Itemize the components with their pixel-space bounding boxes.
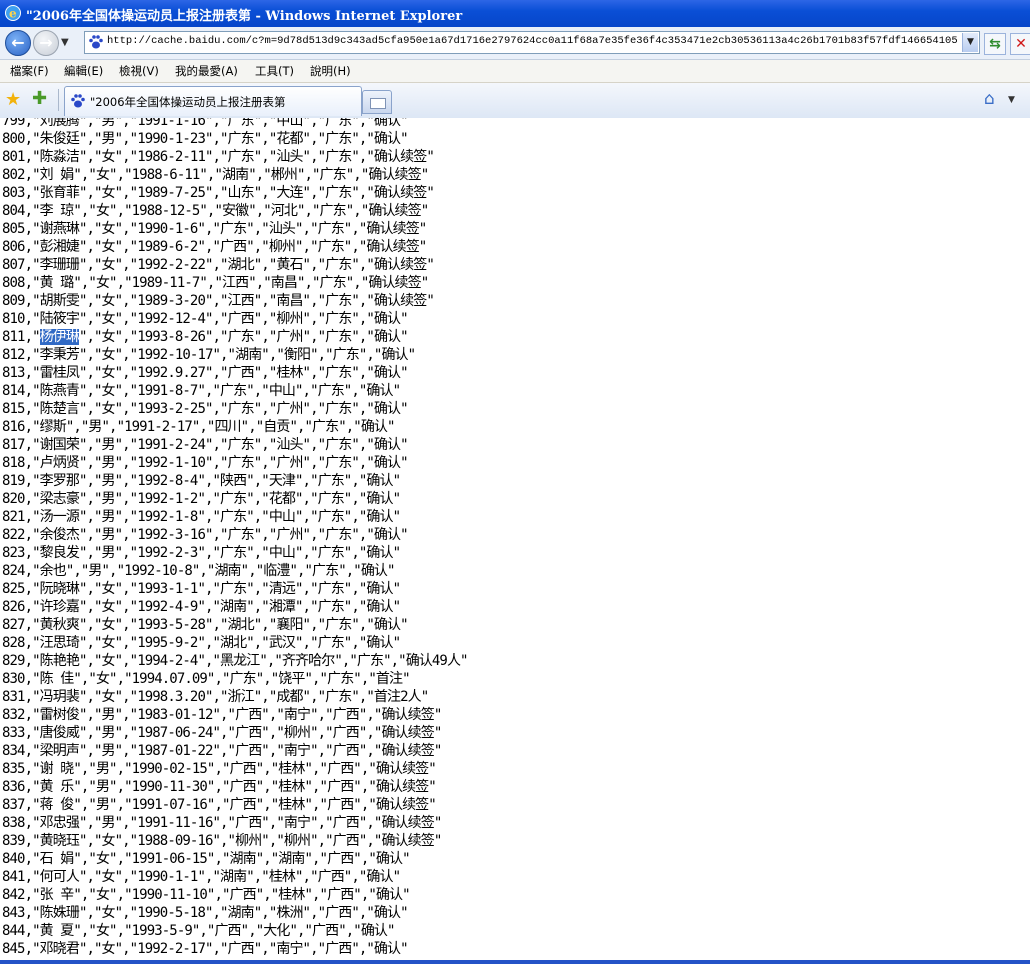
refresh-button[interactable]: ⇆ [984,33,1006,55]
history-dropdown-icon[interactable]: ▼ [61,37,69,48]
record-line: 824,"余也","男","1992-10-8","湖南","临澧","广东",… [2,563,395,579]
add-favorite-icon[interactable]: ✚ [32,88,47,109]
refresh-icon: ⇆ [989,36,1001,52]
record-line: 819,"李罗那","男","1992-8-4","陕西","天津","广东",… [2,473,401,489]
record-line: 835,"谢 晓","男","1990-02-15","广西","桂林","广西… [2,761,437,777]
forward-button[interactable]: → [33,30,59,56]
record-line: 800,"朱俊廷","男","1990-1-23","广东","花都","广东"… [2,131,409,147]
menu-bar: 檔案(F) 編輯(E) 檢視(V) 我的最愛(A) 工具(T) 說明(H) [0,60,1030,83]
address-dropdown-button[interactable]: ▼ [962,33,978,52]
record-line: 836,"黄 乐","男","1990-11-30","广西","桂林","广西… [2,779,437,795]
record-line: 828,"汪思琦","女","1995-9-2","湖北","武汉","广东",… [2,635,401,651]
record-line: 838,"邓忠强","男","1991-11-16","广西","南宁","广西… [2,815,442,831]
record-line: 807,"李珊珊","女","1992-2-22","湖北","黄石","广东"… [2,257,435,273]
forward-arrow-icon: → [39,33,53,52]
tab-bar: ★ ✚ "2006年全国体操运动员上报注册表第 ⌂ ▼ [0,83,1030,119]
baidu-paw-icon [71,94,85,108]
record-line: 832,"雷树俊","男","1983-01-12","广西","南宁","广西… [2,707,442,723]
menu-file[interactable]: 檔案(F) [10,63,49,79]
record-line: 799,"刘展腾","男","1991-1-16","广东","中山","广东"… [2,118,409,129]
record-line: 811,"杨伊琳","女","1993-8-26","广东","广州","广东"… [0,328,1030,346]
record-line: 831,"冯玥裴","女","1998.3.20","浙江","成都","广东"… [2,689,429,705]
record-list: 799,"刘展腾","男","1991-1-16","广东","中山","广东"… [0,118,1030,958]
tab-active[interactable]: "2006年全国体操运动员上报注册表第 [64,86,362,116]
svg-text:e: e [9,7,17,21]
record-line: 830,"陈 佳","女","1994.07.09","广东","饶平","广东… [2,671,411,687]
favorites-star-icon[interactable]: ★ [5,89,21,110]
record-line: 845,"邓晓君","女","1992-2-17","广西","南宁","广西"… [2,941,409,957]
address-url[interactable]: http://cache.baidu.com/c?m=9d78d513d9c34… [107,35,957,47]
record-line: 809,"胡斯雯","女","1989-3-20","江西","南昌","广东"… [2,293,435,309]
record-line: 843,"陈姝珊","女","1990-5-18","湖南","株洲","广西"… [2,905,409,921]
record-line: 823,"黎良发","男","1992-2-3","广东","中山","广东",… [2,545,401,561]
record-line-text: ","女","1993-8-26","广东","广州","广东","确认" [78,329,409,345]
toolbar-divider [58,89,59,111]
address-toolbar: ← → ▼ http://cache.baidu.com/c?m=9d78d51… [0,27,1030,60]
record-line: 825,"阮晓琳","女","1993-1-1","广东","清远","广东",… [2,581,401,597]
record-line-text: 811," [2,329,41,345]
record-line: 837,"蒋 俊","男","1991-07-16","广西","桂林","广西… [2,797,437,813]
tab-label: "2006年全国体操运动员上报注册表第 [90,95,286,109]
stop-button[interactable]: ✕ [1010,33,1030,55]
menu-favorites[interactable]: 我的最愛(A) [175,63,238,79]
record-line: 822,"余俊杰","男","1992-3-16","广东","广州","广东"… [2,527,409,543]
record-line: 814,"陈燕青","女","1991-8-7","广东","中山","广东",… [2,383,401,399]
record-line: 833,"唐俊威","男","1987-06-24","广西","柳州","广西… [2,725,442,741]
page-content[interactable]: 799,"刘展腾","男","1991-1-16","广东","中山","广东"… [0,118,1030,964]
record-line: 817,"谢国荣","男","1991-2-24","广东","汕头","广东"… [2,437,409,453]
record-line: 801,"陈淼洁","女","1986-2-11","广东","汕头","广东"… [2,149,435,165]
back-arrow-icon: ← [11,33,25,52]
record-line: 816,"缪斯","男","1991-2-17","四川","自贡","广东",… [2,419,395,435]
new-tab-button[interactable] [362,90,392,114]
back-button[interactable]: ← [5,30,31,56]
record-line: 812,"李秉芳","女","1992-10-17","湖南","衡阳","广东… [2,347,416,363]
menu-edit[interactable]: 編輯(E) [64,63,103,79]
record-line: 844,"黄 夏","女","1993-5-9","广西","大化","广西",… [2,923,395,939]
record-line: 802,"刘 娟","女","1988-6-11","湖南","郴州","广东"… [2,167,429,183]
record-line: 808,"黄 璐","女","1989-11-7","江西","南昌","广东"… [2,275,429,291]
record-line: 840,"石 娟","女","1991-06-15","湖南","湖南","广西… [2,851,411,867]
ie-logo-icon: e [5,5,21,21]
record-line: 839,"黄晓珏","女","1988-09-16","柳州","柳州","广西… [2,833,442,849]
record-line: 813,"雷桂凤","女","1992.9.27","广西","桂林","广东"… [2,365,409,381]
record-line: 806,"彭湘婕","女","1989-6-2","广西","柳州","广东",… [2,239,427,255]
record-line: 834,"梁明声","男","1987-01-22","广西","南宁","广西… [2,743,442,759]
menu-view[interactable]: 檢視(V) [119,63,159,79]
menu-tools[interactable]: 工具(T) [255,63,294,79]
menu-help[interactable]: 說明(H) [310,63,351,79]
record-line: 821,"汤一源","男","1992-1-8","广东","中山","广东",… [2,509,401,525]
stop-icon: ✕ [1015,36,1027,52]
baidu-paw-icon [89,35,103,49]
record-line: 804,"李 琼","女","1988-12-5","安徽","河北","广东"… [2,203,429,219]
window-title: "2006年全国体操运动员上报注册表第 - Windows Internet E… [26,9,463,24]
home-icon[interactable]: ⌂ [984,89,995,109]
record-line: 842,"张 辛","女","1990-11-10","广西","桂林","广西… [2,887,411,903]
record-line: 810,"陆筱宇","女","1992-12-4","广西","柳州","广东"… [2,311,409,327]
record-line: 805,"谢燕琳","女","1990-1-6","广东","汕头","广东",… [2,221,427,237]
record-line: 815,"陈楚言","女","1993-2-25","广东","广州","广东"… [2,401,409,417]
record-line: 826,"许珍嘉","女","1992-4-9","湖南","湘潭","广东",… [2,599,401,615]
selected-text: 杨伊琳 [39,329,80,345]
record-line: 829,"陈艳艳","女","1994-2-4","黑龙江","齐齐哈尔","广… [2,653,468,669]
record-line: 841,"何可人","女","1990-1-1","湖南","桂林","广西",… [2,869,401,885]
record-line: 818,"卢炳贤","男","1992-1-10","广东","广州","广东"… [2,455,409,471]
title-bar: e "2006年全国体操运动员上报注册表第 - Windows Internet… [0,0,1030,27]
home-dropdown-icon[interactable]: ▼ [1008,95,1015,105]
status-bar-edge [0,960,1030,964]
record-line: 803,"张育菲","女","1989-7-25","山东","大连","广东"… [2,185,435,201]
address-field[interactable]: http://cache.baidu.com/c?m=9d78d513d9c34… [84,31,980,54]
record-line: 820,"梁志豪","男","1992-1-2","广东","花都","广东",… [2,491,401,507]
record-line: 827,"黄秋爽","女","1993-5-28","湖北","襄阳","广东"… [2,617,409,633]
